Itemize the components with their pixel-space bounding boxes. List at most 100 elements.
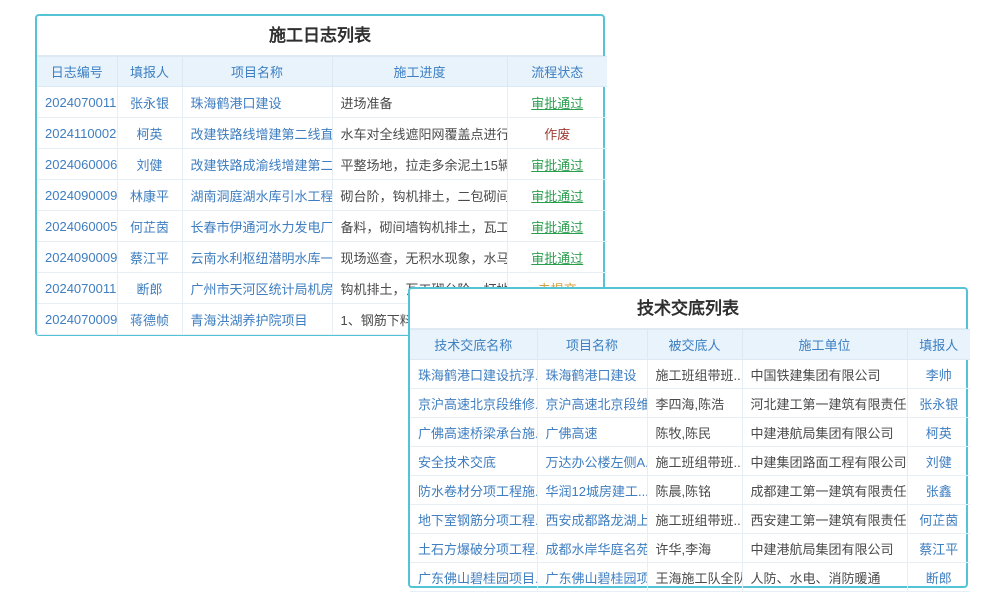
cell-status[interactable]: 审批通过 [507,180,607,211]
project-link[interactable]: 珠海鹤港口建设 [546,368,637,383]
cell-reporter[interactable]: 蔡江平 [907,534,970,563]
cell-reporter[interactable]: 何芷茵 [907,505,970,534]
reporter-link[interactable]: 刘健 [926,455,952,470]
reporter-link[interactable]: 何芷茵 [919,513,958,528]
id-link[interactable]: 2024090009 [45,250,117,265]
cell-project[interactable]: 西安成都路龙湖上... [537,505,647,534]
cell-name[interactable]: 安全技术交底 [410,447,537,476]
cell-project[interactable]: 万达办公楼左侧A... [537,447,647,476]
cell-reporter[interactable]: 李帅 [907,360,970,389]
reporter-link[interactable]: 蔡江平 [130,251,169,266]
cell-reporter[interactable]: 柯英 [117,118,182,149]
cell-status[interactable]: 审批通过 [507,87,607,118]
reporter-link[interactable]: 柯英 [136,127,162,142]
cell-reporter[interactable]: 断郎 [907,563,970,592]
cell-status[interactable]: 审批通过 [507,211,607,242]
id-link[interactable]: 2024110002 [45,126,116,141]
cell-project[interactable]: 改建铁路线增建第二线直... [182,118,332,149]
cell-project[interactable]: 华润12城房建工... [537,476,647,505]
cell-name[interactable]: 地下室钢筋分项工程... [410,505,537,534]
cell-id[interactable]: 2024060005 [37,211,117,242]
cell-reporter[interactable]: 蔡江平 [117,242,182,273]
cell-project[interactable]: 广州市天河区统计局机房... [182,273,332,304]
id-link[interactable]: 2024070011 [45,281,116,296]
cell-project[interactable]: 京沪高速北京段维修 [537,389,647,418]
id-link[interactable]: 2024070009 [45,312,117,327]
cell-id[interactable]: 2024110002 [37,118,117,149]
status-link[interactable]: 作废 [544,127,570,142]
cell-reporter[interactable]: 张鑫 [907,476,970,505]
reporter-link[interactable]: 李帅 [926,368,952,383]
reporter-link[interactable]: 断郎 [926,571,952,586]
cell-reporter[interactable]: 林康平 [117,180,182,211]
cell-project[interactable]: 珠海鹤港口建设 [537,360,647,389]
reporter-link[interactable]: 何芷茵 [130,220,169,235]
status-link[interactable]: 审批通过 [531,189,583,204]
cell-status[interactable]: 审批通过 [507,242,607,273]
reporter-link[interactable]: 林康平 [130,189,169,204]
project-link[interactable]: 改建铁路线增建第二线直... [191,127,333,142]
reporter-link[interactable]: 蒋德帧 [130,313,169,328]
project-link[interactable]: 广东佛山碧桂园项目 [546,571,648,586]
cell-reporter[interactable]: 蒋德帧 [117,304,182,335]
cell-project[interactable]: 珠海鹤港口建设 [182,87,332,118]
cell-status[interactable]: 审批通过 [507,149,607,180]
cell-id[interactable]: 2024090009 [37,242,117,273]
name-link[interactable]: 地下室钢筋分项工程... [418,513,537,528]
name-link[interactable]: 土石方爆破分项工程... [418,542,537,557]
cell-project[interactable]: 湖南洞庭湖水库引水工程... [182,180,332,211]
name-link[interactable]: 京沪高速北京段维修... [418,397,537,412]
cell-name[interactable]: 广佛高速桥梁承台施... [410,418,537,447]
project-link[interactable]: 西安成都路龙湖上... [546,513,648,528]
cell-name[interactable]: 土石方爆破分项工程... [410,534,537,563]
reporter-link[interactable]: 张鑫 [926,484,952,499]
reporter-link[interactable]: 断郎 [136,282,162,297]
status-link[interactable]: 审批通过 [531,220,583,235]
cell-project[interactable]: 成都水岸华庭名苑... [537,534,647,563]
name-link[interactable]: 防水卷材分项工程施... [418,484,537,499]
cell-id[interactable]: 2024090009 [37,180,117,211]
id-link[interactable]: 2024070011 [45,95,116,110]
cell-name[interactable]: 珠海鹤港口建设抗浮... [410,360,537,389]
cell-id[interactable]: 2024060006 [37,149,117,180]
project-link[interactable]: 青海洪湖养护院项目 [191,313,308,328]
project-link[interactable]: 长春市伊通河水力发电厂... [191,220,333,235]
reporter-link[interactable]: 刘健 [136,158,162,173]
project-link[interactable]: 广佛高速 [546,426,598,441]
project-link[interactable]: 万达办公楼左侧A... [546,455,648,470]
cell-reporter[interactable]: 断郎 [117,273,182,304]
reporter-link[interactable]: 柯英 [926,426,952,441]
cell-id[interactable]: 2024070011 [37,273,117,304]
cell-name[interactable]: 防水卷材分项工程施... [410,476,537,505]
cell-project[interactable]: 长春市伊通河水力发电厂... [182,211,332,242]
project-link[interactable]: 云南水利枢纽潜明水库一... [191,251,333,266]
cell-project[interactable]: 云南水利枢纽潜明水库一... [182,242,332,273]
cell-project[interactable]: 改建铁路成渝线增建第二... [182,149,332,180]
name-link[interactable]: 珠海鹤港口建设抗浮... [418,368,537,383]
reporter-link[interactable]: 张永银 [130,96,169,111]
cell-name[interactable]: 广东佛山碧桂园项目... [410,563,537,592]
cell-reporter[interactable]: 何芷茵 [117,211,182,242]
cell-reporter[interactable]: 刘健 [907,447,970,476]
name-link[interactable]: 广佛高速桥梁承台施... [418,426,537,441]
status-link[interactable]: 审批通过 [531,251,583,266]
cell-project[interactable]: 青海洪湖养护院项目 [182,304,332,335]
cell-status[interactable]: 作废 [507,118,607,149]
cell-reporter[interactable]: 张永银 [117,87,182,118]
project-link[interactable]: 华润12城房建工... [546,484,648,499]
project-link[interactable]: 京沪高速北京段维修 [546,397,648,412]
id-link[interactable]: 2024060005 [45,219,117,234]
project-link[interactable]: 珠海鹤港口建设 [191,96,282,111]
cell-id[interactable]: 2024070011 [37,87,117,118]
name-link[interactable]: 广东佛山碧桂园项目... [418,571,537,586]
id-link[interactable]: 2024060006 [45,157,117,172]
cell-reporter[interactable]: 刘健 [117,149,182,180]
status-link[interactable]: 审批通过 [531,158,583,173]
project-link[interactable]: 湖南洞庭湖水库引水工程... [191,189,333,204]
cell-project[interactable]: 广东佛山碧桂园项目 [537,563,647,592]
cell-reporter[interactable]: 柯英 [907,418,970,447]
id-link[interactable]: 2024090009 [45,188,117,203]
reporter-link[interactable]: 张永银 [919,397,958,412]
cell-name[interactable]: 京沪高速北京段维修... [410,389,537,418]
project-link[interactable]: 广州市天河区统计局机房... [191,282,333,297]
